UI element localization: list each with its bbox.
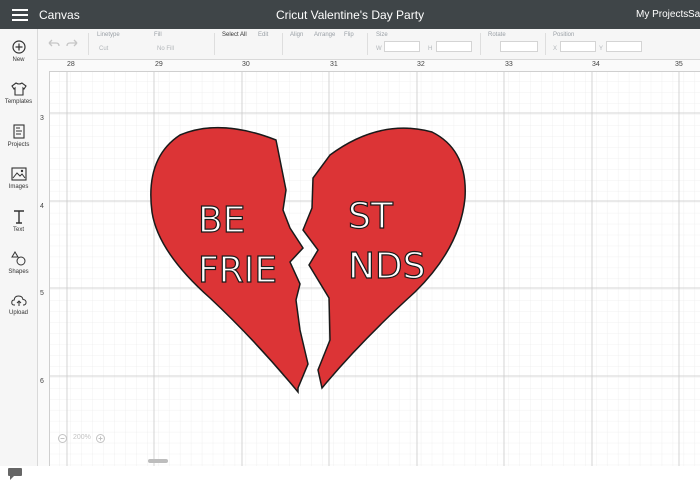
align-label: Align [290,32,304,38]
sidebar-item-label: Templates [4,99,33,105]
edit-toolbar: Linetype Cut Fill No Fill Select All Edi… [0,29,700,82]
zoom-out-icon[interactable] [58,434,67,443]
sidebar-item-new[interactable]: New [0,40,37,63]
sidebar-item-label: Projects [7,142,30,148]
select-all-label: Select All [222,32,247,38]
size-w-label: W [376,46,382,52]
flip-label: Flip [344,32,354,38]
toolbar-divider [367,33,368,55]
toolbar-divider [480,33,481,55]
redo-icon[interactable] [66,39,78,49]
save-button[interactable]: Sav [688,9,700,20]
rotate-input[interactable] [500,41,538,52]
sidebar-item-upload[interactable]: Upload [0,294,37,316]
image-icon [10,167,27,181]
my-projects-link[interactable]: My Projects [636,9,688,20]
position-label: Position [553,32,575,38]
position-x-label: X [553,46,558,52]
heart-text-right-line1[interactable]: ST [347,195,394,237]
toolbar-divider [88,33,89,55]
sidebar-item-label: Images [8,184,29,190]
plus-circle-icon [11,40,26,54]
heart-text-right-line2[interactable]: NDS [347,245,426,287]
fill-select[interactable]: No Fill [157,46,174,52]
upload-cloud-icon [10,295,27,306]
heart-text-left-line1[interactable]: BE [197,199,246,241]
size-h-label: H [428,46,433,52]
linetype-select[interactable]: Cut [99,46,108,52]
position-x-input[interactable] [560,41,596,52]
left-sidebar: New Templates Projects Images Text Shape… [0,29,38,480]
sidebar-item-label: Shapes [8,269,29,275]
position-y-input[interactable] [606,41,642,52]
sidebar-item-label: Text [12,227,24,233]
document-title: Cricut Valentine's Day Party [275,8,425,22]
chat-icon[interactable] [7,467,23,481]
sidebar-item-label: New [12,57,25,63]
shapes-icon [10,251,25,266]
sidebar-item-projects[interactable]: Projects [0,124,37,148]
toolbar-divider [282,33,283,55]
design-canvas[interactable]: 28 29 30 31 32 33 34 35 3 4 5 6 BE FRIE … [38,60,700,466]
top-bar: Canvas Cricut Valentine's Day Party My P… [0,0,700,29]
sidebar-item-label: Upload [8,310,28,316]
projects-icon [12,124,25,139]
toolbar-divider [214,33,215,55]
fill-label: Fill [154,32,162,38]
size-width-input[interactable] [384,41,420,52]
sidebar-item-images[interactable]: Images [0,167,37,190]
zoom-in-icon[interactable] [96,434,105,443]
tshirt-icon [10,82,27,96]
horizontal-scrollbar[interactable] [148,459,168,463]
zoom-level: 200% [73,434,91,441]
edit-label: Edit [258,32,269,38]
broken-heart-design[interactable]: BE FRIE ST NDS [38,60,700,466]
arrange-label: Arrange [314,32,336,38]
sidebar-item-templates[interactable]: Templates [0,82,37,105]
sidebar-item-shapes[interactable]: Shapes [0,251,37,275]
rotate-label: Rotate [488,32,506,38]
sidebar-item-text[interactable]: Text [0,209,37,233]
undo-icon[interactable] [48,39,60,49]
linetype-label: Linetype [97,32,120,38]
heart-text-left-line2[interactable]: FRIE [197,249,277,291]
text-icon [13,210,24,224]
position-y-label: Y [599,46,604,52]
toolbar-divider [545,33,546,55]
size-height-input[interactable] [436,41,472,52]
size-label: Size [376,32,388,38]
